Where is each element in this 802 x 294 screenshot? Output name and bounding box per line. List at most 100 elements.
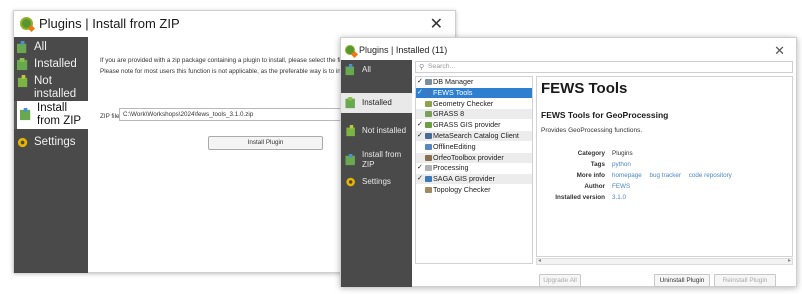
installed-plugins-window: Plugins | Installed (11) ✕ All Installed… [340,37,797,287]
plugin-list-item[interactable]: GRASS 8 [416,109,532,120]
plugin-list-item[interactable]: ✓ Processing [416,163,532,173]
checkbox-checked-icon[interactable]: ✓ [417,120,424,130]
gear-icon [346,177,355,187]
code-repository-link[interactable]: code repository [689,172,732,179]
horizontal-scrollbar[interactable]: ◂ ▸ [536,258,793,265]
sidebar-item-not-installed[interactable]: Not installed [341,125,412,137]
zip-file-input[interactable]: C:\Work\Workshops\2024\fews_tools_3.1.0.… [119,108,359,121]
plugin-name: FEWS Tools [541,80,628,97]
plugin-list-item[interactable]: ✓ SAGA GIS provider [416,174,532,185]
window-title: Plugins | Install from ZIP [39,16,180,31]
plugin-name-label: Processing [433,163,469,173]
plugin-name-label: GRASS 8 [433,109,465,119]
sidebar-item-label: All [362,65,371,74]
plugin-icon [425,154,432,161]
category-label: Category [577,150,605,157]
puzzle-installed-icon [17,58,28,71]
plugin-name-label: SAGA GIS provider [433,174,495,184]
puzzle-not-installed-icon [17,75,28,88]
upgrade-all-button[interactable]: Upgrade All [539,274,581,287]
sidebar-item-settings[interactable]: Settings [341,176,412,188]
sidebar-item-install-from-zip[interactable]: Install from ZIP [341,150,412,172]
installed-version-label: Installed version [555,194,605,201]
close-icon[interactable]: ✕ [430,14,443,34]
sidebar-item-install-from-zip[interactable]: Install from ZIP [14,101,88,129]
tags-label: Tags [590,161,605,168]
gear-icon [17,137,28,148]
plugin-list-item[interactable]: ✓ FEWS Tools [416,87,532,98]
plugin-name-label: FEWS Tools [433,87,473,97]
homepage-link[interactable]: homepage [612,172,642,179]
sidebar-item-label: Not installed [362,126,407,135]
scroll-left-icon[interactable]: ◂ [538,257,541,264]
plugin-name-label: MetaSearch Catalog Client [433,131,519,140]
checkbox-checked-icon[interactable]: ✓ [417,174,424,184]
checkbox-checked-icon[interactable]: ✓ [417,77,424,87]
plugin-icon [425,176,432,183]
zip-icon [345,154,355,166]
plugin-list-item[interactable]: Topology Checker [416,185,532,195]
plugin-icon [425,100,432,107]
plugin-name-label: GRASS GIS provider [433,120,501,130]
plugin-list-item[interactable]: ✓ GRASS GIS provider [416,120,532,130]
plugin-name-label: OrfeoToolbox provider [433,152,504,162]
scroll-right-icon[interactable]: ▸ [788,257,791,264]
uninstall-plugin-button[interactable]: Uninstall Plugin [654,274,710,287]
plugin-icon [425,143,432,150]
author-value[interactable]: FEWS [612,183,630,190]
sidebar: All Installed Not installed Install from… [341,60,412,287]
more-info-links: homepage bug tracker code repository [612,172,738,179]
plugin-description: Provides GeoProcessing functions. [541,127,643,134]
plugin-list-item[interactable]: OfflineEditing [416,142,532,152]
sidebar-item-label: Install from ZIP [37,102,82,127]
sidebar: All Installed Not installed Install from… [14,37,88,273]
sidebar-item-installed[interactable]: Installed [14,58,88,72]
plugin-subtitle: FEWS Tools for GeoProcessing [541,110,669,120]
checkbox-checked-icon[interactable]: ✓ [417,163,424,173]
sidebar-item-label: Settings [34,136,76,148]
sidebar-item-all[interactable]: All [14,41,88,55]
more-info-label: More info [576,172,605,179]
reinstall-plugin-button[interactable]: Reinstall Plugin [714,274,776,287]
plugin-name-label: DB Manager [433,77,474,86]
search-input[interactable]: ⚲ Search... [415,61,793,73]
title-bar: Plugins | Install from ZIP ✕ [14,11,455,37]
zip-file-label: ZIP file [100,113,120,120]
tags-value[interactable]: python [612,161,631,168]
bug-tracker-link[interactable]: bug tracker [650,172,682,179]
info-text: If you are provided with a zip package c… [100,57,376,64]
plugin-icon [425,133,432,139]
qgis-logo-icon [20,17,33,30]
search-icon: ⚲ [419,64,425,71]
plugin-name-label: OfflineEditing [433,141,476,151]
plugin-list-item[interactable]: Geometry Checker [416,99,532,109]
info-text: Please note for most users this function… [100,68,378,75]
zip-icon [20,108,31,121]
qgis-logo-icon [345,45,355,55]
plugin-list-item[interactable]: ✓ DB Manager [416,77,532,87]
plugin-icon [425,79,432,85]
plugin-name-label: Geometry Checker [433,98,494,108]
close-icon[interactable]: ✕ [774,43,785,59]
plugin-details: FEWS Tools FEWS Tools for GeoProcessing … [536,76,793,257]
plugin-icon [425,89,432,96]
sidebar-item-label: All [34,41,47,53]
sidebar-item-installed[interactable]: Installed [341,97,412,109]
checkbox-checked-icon[interactable]: ✓ [417,88,424,98]
puzzle-installed-icon [345,97,355,109]
plugin-list-item[interactable]: OrfeoToolbox provider [416,152,532,163]
puzzle-not-installed-icon [346,125,355,137]
sidebar-item-settings[interactable]: Settings [14,136,88,150]
plugin-name-label: Topology Checker [433,185,491,194]
plugin-list-item[interactable]: ✓ MetaSearch Catalog Client [416,131,532,141]
sidebar-item-label: Installed [34,58,77,70]
plugin-icon [425,111,432,118]
checkbox-checked-icon[interactable]: ✓ [417,131,424,141]
author-label: Author [584,183,605,190]
category-value: Plugins [612,150,633,157]
sidebar-item-not-installed[interactable]: Not installed [14,75,88,100]
plugin-icon [425,122,432,129]
sidebar-item-all[interactable]: All [341,64,412,76]
plugin-list: ✓ DB Manager ✓ FEWS Tools Geometry Checker GR… [415,76,533,264]
install-plugin-button[interactable]: Install Plugin [208,136,323,150]
